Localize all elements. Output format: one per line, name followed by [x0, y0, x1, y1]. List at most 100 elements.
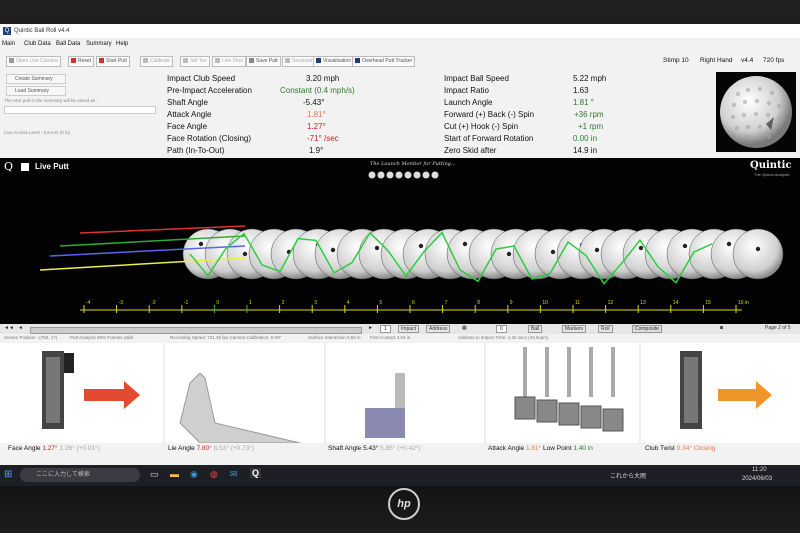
recording-speed-text: Recording Speed: 721.25 fps Camera Calib… — [170, 335, 282, 340]
playback-control-bar: ◄◄ ◄ ► 1 Impact Address ▦ 0 Ball Markers… — [0, 324, 800, 334]
metric-value: -71° /sec — [307, 134, 339, 143]
quintic-taskbar-icon[interactable]: Q — [250, 468, 262, 478]
menu-summary[interactable]: Summary — [86, 41, 112, 47]
start-putt-button[interactable]: Start Putt — [96, 56, 130, 67]
metric-value: +36 rpm — [574, 110, 604, 119]
edge-icon[interactable]: ◉ — [190, 469, 198, 480]
menu-club-data[interactable]: Club Data — [24, 41, 51, 47]
frame-number-field[interactable]: 1 — [380, 325, 391, 333]
ball-marker — [726, 241, 732, 247]
club-views-panel: Face Angle 1.27° 1.26° (+0.01°) Lie Angl… — [0, 343, 800, 452]
brand-logo: Quintic — [750, 160, 792, 171]
tagline-ball-icon — [413, 171, 421, 179]
markers-button[interactable]: Markers — [562, 325, 587, 333]
ruler-label: 3 — [314, 300, 317, 306]
surface-interaction-text: Surface Interaction 0.50 in — [308, 335, 361, 340]
ruler-label: 10 — [542, 300, 548, 306]
menu-bar: Main Club Data Ball Data Summary Help — [0, 40, 800, 50]
metric-value: 3.20 mph — [306, 74, 340, 83]
overhead-putt-tracker-button[interactable]: Overhead Putt Tracker — [352, 56, 416, 67]
hand-label: Right Hand — [700, 57, 733, 64]
putt-analysis-text: Putt Analysis 99% Frames valid — [70, 335, 134, 340]
metric-value: 1.81° — [307, 110, 326, 119]
ruler-label: 14 — [673, 300, 679, 306]
ball-marker — [242, 251, 248, 257]
mail-icon[interactable]: ✉ — [230, 469, 238, 480]
shaft-angle-label: Shaft Angle 5.43° 5.85° (+0.42°) — [328, 445, 421, 452]
hp-logo: hp — [388, 488, 420, 520]
taskbar-search-input[interactable]: ここに入力して検索 — [20, 468, 140, 482]
ruler-label: 7 — [445, 300, 448, 306]
grid-icon[interactable]: ▦ — [462, 325, 467, 331]
step-field[interactable]: 0 — [496, 325, 507, 333]
ruler-label: 6 — [412, 300, 415, 306]
address-button[interactable]: Address — [426, 325, 451, 333]
ruler-label: 1 — [249, 300, 252, 306]
tagline-ball-icon — [422, 171, 430, 179]
chrome-icon[interactable]: ◍ — [210, 469, 218, 480]
tagline: The Launch Monitor for Putting... — [370, 161, 456, 167]
live-putt-title: Live Putt — [35, 162, 69, 171]
putt-icon — [99, 58, 104, 63]
summary-name-input[interactable] — [4, 106, 156, 114]
file-explorer-icon[interactable]: ▬ — [170, 469, 179, 479]
live-shot-button[interactable]: Live Shot — [212, 56, 246, 67]
ball-marker — [330, 247, 336, 253]
save-putt-button[interactable]: Save Putt — [246, 56, 281, 67]
next-frame-button[interactable]: ► — [368, 325, 373, 331]
address-time-text: Address to Impact Time: 1.32 secs (40.6c… — [458, 335, 549, 340]
putter-shaft — [523, 347, 527, 397]
roll-button[interactable]: Roll — [598, 325, 613, 333]
quintic-q-icon: Q — [4, 160, 14, 173]
toolbar: Open Live Camera Reset Start Putt Calibr… — [0, 54, 800, 68]
load-summary-button[interactable]: Load Summary — [6, 86, 66, 96]
impact-button[interactable]: Impact — [398, 325, 420, 333]
reset-button[interactable]: Reset — [68, 56, 95, 67]
access-level-note: Live Access Level : 6.8 mm (0 in) — [4, 130, 71, 135]
title-bar: Q Quintic Ball Roll v4.4 — [0, 24, 800, 38]
putter-shaft — [545, 347, 549, 397]
start-button-icon[interactable]: ⊞ — [4, 469, 12, 480]
ball-roll-composite: -4 -3 -2 -1 0 1 2 3 4 5 6 7 8 9 10 11 12 13 14 15 16 in — [39, 171, 784, 313]
ruler-label: 4 — [347, 300, 350, 306]
save-icon — [249, 58, 254, 63]
reset-icon — [71, 58, 76, 63]
face-angle-label: Face Angle 1.27° 1.26° (+0.01°) — [8, 445, 100, 452]
putter-shaft — [589, 347, 593, 397]
visualisation-button[interactable]: Visualisation — [313, 56, 354, 67]
ball-frame — [732, 228, 784, 280]
task-view-icon[interactable]: ▭ — [150, 469, 159, 480]
menu-help[interactable]: Help — [116, 41, 128, 47]
open-live-camera-button[interactable]: Open Live Camera — [6, 56, 61, 67]
camera-snapshot-icon[interactable]: ◙ — [720, 325, 723, 331]
summary-note: The next putt in the summary will be sav… — [4, 98, 98, 103]
ruler-label: 2 — [282, 300, 285, 306]
tee-icon — [183, 58, 188, 63]
putter-head — [514, 396, 536, 420]
live-putt-checkbox[interactable] — [21, 163, 29, 171]
screen-position-text: Screen Position : (750, 17) — [4, 335, 58, 340]
club-twist-label: Club Twist 0.34° Closing — [645, 445, 716, 452]
menu-main[interactable]: Main — [2, 41, 15, 47]
tagline-ball-icon — [386, 171, 394, 179]
ruler-label: 0 — [216, 300, 219, 306]
calibrate-button[interactable]: Calibrate — [140, 56, 174, 67]
app-icon: Q — [3, 27, 11, 35]
frame-scrubber[interactable] — [30, 327, 362, 334]
set-tee-button[interactable]: Set Tee — [180, 56, 210, 67]
composite-button[interactable]: Composite — [632, 325, 662, 333]
menu-ball-data[interactable]: Ball Data — [56, 41, 80, 47]
ball-marker — [418, 243, 424, 249]
tagline-ball-icon — [368, 171, 376, 179]
metric-value: 1.81 ° — [573, 98, 594, 107]
attack-angle-label: Attack Angle 1.81° Low Point 1.40 in — [488, 445, 593, 452]
first-frame-button[interactable]: ◄◄ — [4, 325, 14, 331]
create-summary-button[interactable]: Create Summary — [6, 74, 66, 84]
sessions-button[interactable]: Sessions — [282, 56, 316, 67]
app-screen: Q Quintic Ball Roll v4.4 Main Club Data … — [0, 24, 800, 486]
ball-marker — [198, 241, 204, 247]
weather-text: これから大雨 — [610, 474, 647, 480]
ball-button[interactable]: Ball — [528, 325, 543, 333]
live-shot-icon — [215, 58, 220, 63]
prev-frame-button[interactable]: ◄ — [18, 325, 23, 331]
